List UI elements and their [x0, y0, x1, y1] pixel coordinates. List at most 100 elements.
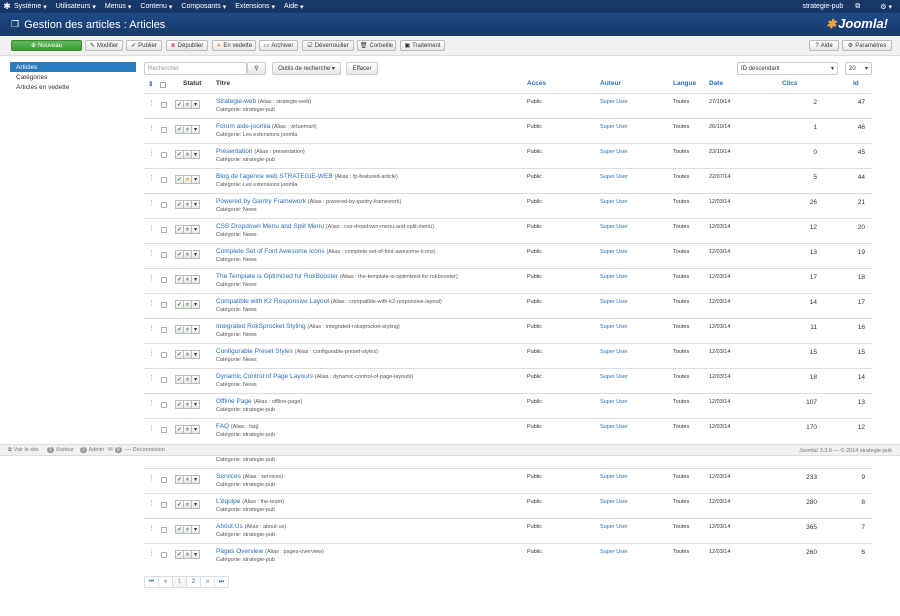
- actions-dropdown[interactable]: ▾: [191, 225, 200, 234]
- article-author[interactable]: Super User: [600, 224, 628, 230]
- row-checkbox[interactable]: [161, 527, 167, 533]
- drag-handle-icon[interactable]: ⋮: [148, 174, 155, 182]
- article-title-link[interactable]: Complete Set of Font Awesome Icons: [216, 248, 325, 255]
- search-input[interactable]: Rechercher: [144, 62, 247, 75]
- new-button[interactable]: ⊕ Nouveau: [11, 40, 82, 51]
- row-checkbox[interactable]: [161, 252, 167, 258]
- row-checkbox[interactable]: [161, 127, 167, 133]
- drag-handle-icon[interactable]: ⋮: [148, 374, 155, 382]
- checkin-button[interactable]: ☑ Déverrouiller: [302, 40, 354, 51]
- column-author[interactable]: Auteur: [600, 80, 621, 87]
- column-id[interactable]: Id: [853, 80, 859, 87]
- actions-dropdown[interactable]: ▾: [191, 300, 200, 309]
- article-title-link[interactable]: Configurable Preset Styles: [216, 348, 293, 355]
- actions-dropdown[interactable]: ▾: [191, 325, 200, 334]
- row-checkbox[interactable]: [161, 377, 167, 383]
- user-menu[interactable]: ⚙ ▾: [870, 3, 892, 11]
- article-author[interactable]: Super User: [600, 124, 628, 130]
- article-author[interactable]: Super User: [600, 524, 628, 530]
- sidebar-item-featured[interactable]: Articles en vedette: [10, 82, 136, 92]
- article-author[interactable]: Super User: [600, 474, 628, 480]
- publish-button[interactable]: ✔ Publier: [126, 40, 162, 51]
- article-title-link[interactable]: Dynamic Control of Page Layouts: [216, 373, 313, 380]
- clear-button[interactable]: Effacer: [346, 62, 378, 75]
- sidebar-item-articles[interactable]: Articles: [10, 62, 136, 72]
- actions-dropdown[interactable]: ▾: [191, 500, 200, 509]
- row-checkbox[interactable]: [161, 477, 167, 483]
- article-title-link[interactable]: Forum aide-joomla: [216, 123, 270, 130]
- drag-handle-icon[interactable]: ⋮: [148, 324, 155, 332]
- drag-handle-icon[interactable]: ⋮: [148, 549, 155, 557]
- article-author[interactable]: Super User: [600, 99, 628, 105]
- column-access[interactable]: Accès: [527, 80, 546, 87]
- actions-dropdown[interactable]: ▾: [191, 250, 200, 259]
- drag-handle-icon[interactable]: ⋮: [148, 124, 155, 132]
- featured-button[interactable]: ★ En vedette: [212, 40, 256, 51]
- row-checkbox[interactable]: [161, 352, 167, 358]
- article-author[interactable]: Super User: [600, 324, 628, 330]
- help-button[interactable]: ? Aide: [809, 40, 839, 51]
- drag-handle-icon[interactable]: ⋮: [148, 274, 155, 282]
- column-date[interactable]: Date: [709, 80, 723, 87]
- menu-item[interactable]: Utilisateurs: [56, 3, 91, 11]
- article-title-link[interactable]: Pages Overview: [216, 548, 263, 555]
- view-site-link[interactable]: ⧉ Voir le site: [8, 447, 39, 454]
- actions-dropdown[interactable]: ▾: [191, 350, 200, 359]
- article-author[interactable]: Super User: [600, 299, 628, 305]
- actions-dropdown[interactable]: ▾: [191, 275, 200, 284]
- article-author[interactable]: Super User: [600, 274, 628, 280]
- page-link[interactable]: 1: [172, 576, 187, 588]
- article-title-link[interactable]: About Us: [216, 523, 243, 530]
- column-status[interactable]: Statut: [183, 80, 201, 87]
- drag-handle-icon[interactable]: ⋮: [148, 424, 155, 432]
- article-author[interactable]: Super User: [600, 174, 628, 180]
- actions-dropdown[interactable]: ▾: [191, 400, 200, 409]
- actions-dropdown[interactable]: ▾: [191, 125, 200, 134]
- sort-select[interactable]: ID descendant ▾: [737, 62, 838, 75]
- row-checkbox[interactable]: [161, 102, 167, 108]
- row-checkbox[interactable]: [161, 177, 167, 183]
- article-title-link[interactable]: L'équipe: [216, 498, 240, 505]
- trash-button[interactable]: 🗑 Corbeille: [357, 40, 396, 51]
- actions-dropdown[interactable]: ▾: [191, 200, 200, 209]
- row-checkbox[interactable]: [161, 427, 167, 433]
- article-author[interactable]: Super User: [600, 149, 628, 155]
- page-link[interactable]: ⏭: [214, 576, 229, 588]
- drag-handle-icon[interactable]: ⋮: [148, 499, 155, 507]
- batch-button[interactable]: ▣ Traitement: [400, 40, 445, 51]
- actions-dropdown[interactable]: ▾: [191, 100, 200, 109]
- menu-item[interactable]: Extensions: [235, 3, 269, 11]
- row-checkbox[interactable]: [161, 327, 167, 333]
- page-link[interactable]: ⏮: [144, 576, 159, 588]
- site-link[interactable]: strategie-pub ⧉: [792, 3, 860, 11]
- search-button[interactable]: ⚲: [247, 62, 266, 75]
- drag-handle-icon[interactable]: ⋮: [148, 524, 155, 532]
- article-author[interactable]: Super User: [600, 499, 628, 505]
- article-author[interactable]: Super User: [600, 349, 628, 355]
- actions-dropdown[interactable]: ▾: [191, 525, 200, 534]
- row-checkbox[interactable]: [161, 302, 167, 308]
- drag-handle-icon[interactable]: ⋮: [148, 249, 155, 257]
- article-author[interactable]: Super User: [600, 249, 628, 255]
- column-title[interactable]: Titre: [216, 80, 230, 87]
- actions-dropdown[interactable]: ▾: [191, 175, 200, 184]
- drag-handle-icon[interactable]: ⋮: [148, 399, 155, 407]
- row-checkbox[interactable]: [161, 227, 167, 233]
- drag-handle-icon[interactable]: ⋮: [148, 349, 155, 357]
- article-author[interactable]: Super User: [600, 399, 628, 405]
- column-hits[interactable]: Clics: [782, 80, 798, 87]
- actions-dropdown[interactable]: ▾: [191, 475, 200, 484]
- menu-item[interactable]: Composants: [181, 3, 220, 11]
- article-title-link[interactable]: CSS Dropdown Menu and Split Menu: [216, 223, 324, 230]
- check-all-checkbox[interactable]: [160, 82, 166, 88]
- article-title-link[interactable]: Powered by Gantry Framework: [216, 198, 306, 205]
- column-language[interactable]: Langue: [673, 80, 696, 87]
- drag-handle-icon[interactable]: ⋮: [148, 149, 155, 157]
- drag-handle-icon[interactable]: ⋮: [148, 199, 155, 207]
- row-checkbox[interactable]: [161, 152, 167, 158]
- actions-dropdown[interactable]: ▾: [191, 425, 200, 434]
- article-title-link[interactable]: Présentation: [216, 148, 253, 155]
- article-title-link[interactable]: Strategie-web: [216, 98, 256, 105]
- unpublish-button[interactable]: ⊗ Dépublier: [166, 40, 208, 51]
- row-checkbox[interactable]: [161, 402, 167, 408]
